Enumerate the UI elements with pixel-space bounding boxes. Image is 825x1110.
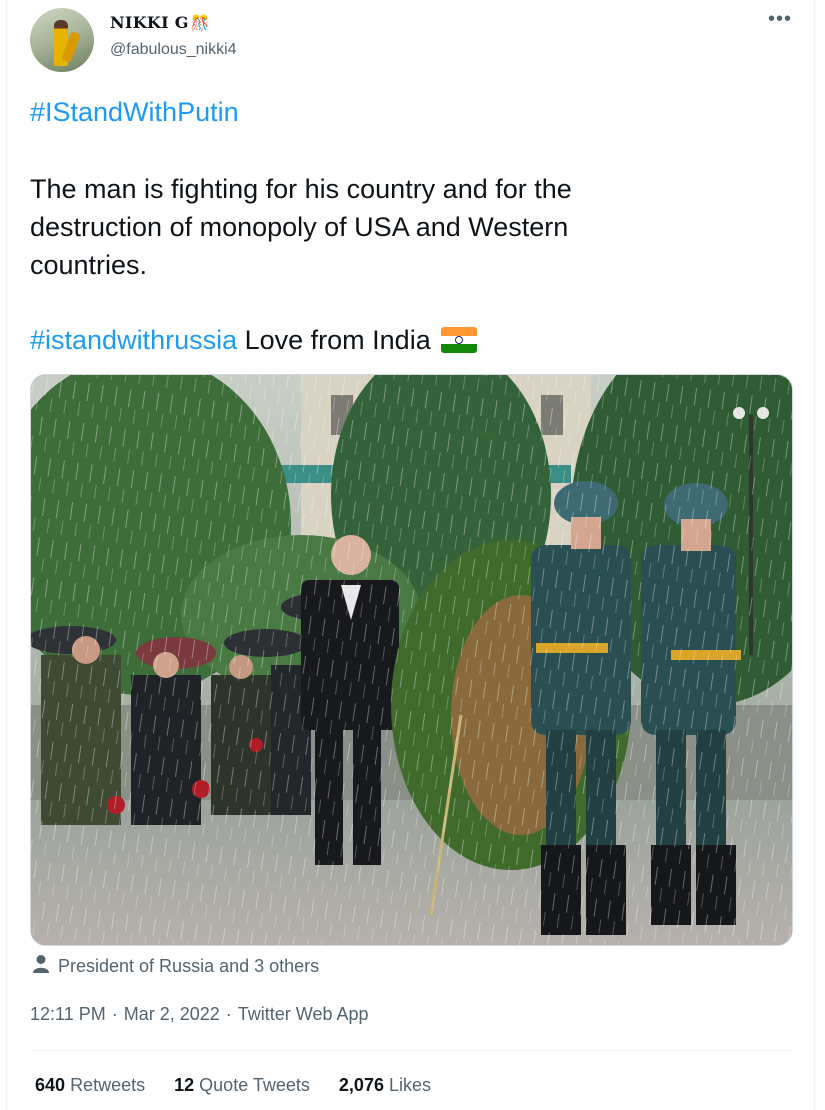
likes-stat[interactable]: 2,076 Likes <box>339 1075 431 1095</box>
tweet-text-line-1: The man is fighting for his country and … <box>30 174 572 204</box>
ceremony-photo-illustration <box>31 375 792 945</box>
retweets-stat[interactable]: 640 Retweets <box>35 1075 145 1095</box>
tweet-stats: 640 Retweets 12 Quote Tweets 2,076 Likes <box>35 1075 455 1096</box>
confetti-emoji-icon: 🎊 <box>190 14 210 32</box>
tweet-meta: 12:11 PM · Mar 2, 2022 · Twitter Web App <box>30 1004 369 1024</box>
user-handle[interactable]: @fabulous_nikki4 <box>110 41 237 59</box>
tweet-text-line-3: countries. <box>30 250 148 280</box>
person-icon <box>32 954 50 979</box>
tweet-source[interactable]: Twitter Web App <box>238 1004 369 1024</box>
hashtag-link[interactable]: #IStandWithPutin <box>30 97 239 127</box>
tweet-photo[interactable] <box>30 374 793 946</box>
tweet-text-line-2: destruction of monopoly of USA and Weste… <box>30 212 569 242</box>
tagged-people[interactable]: President of Russia and 3 others <box>32 954 319 979</box>
tagged-text: President of Russia and 3 others <box>58 956 320 976</box>
tweet-time[interactable]: 12:11 PM <box>30 1004 106 1024</box>
india-flag-icon <box>440 327 477 353</box>
more-horizontal-icon[interactable]: ••• <box>768 8 792 31</box>
quote-tweets-stat[interactable]: 12 Quote Tweets <box>174 1075 310 1095</box>
display-name[interactable]: NIKKI G 🎊 <box>110 13 210 32</box>
tweet-date[interactable]: Mar 2, 2022 <box>124 1004 220 1024</box>
avatar[interactable] <box>30 8 94 72</box>
hashtag-link[interactable]: #istandwithrussia <box>30 325 237 355</box>
tweet-hashtag-istandwithputin: #IStandWithPutin <box>30 93 239 131</box>
tweet-text-line-4: #istandwithrussia Love from India <box>30 321 477 359</box>
divider <box>30 1050 793 1051</box>
